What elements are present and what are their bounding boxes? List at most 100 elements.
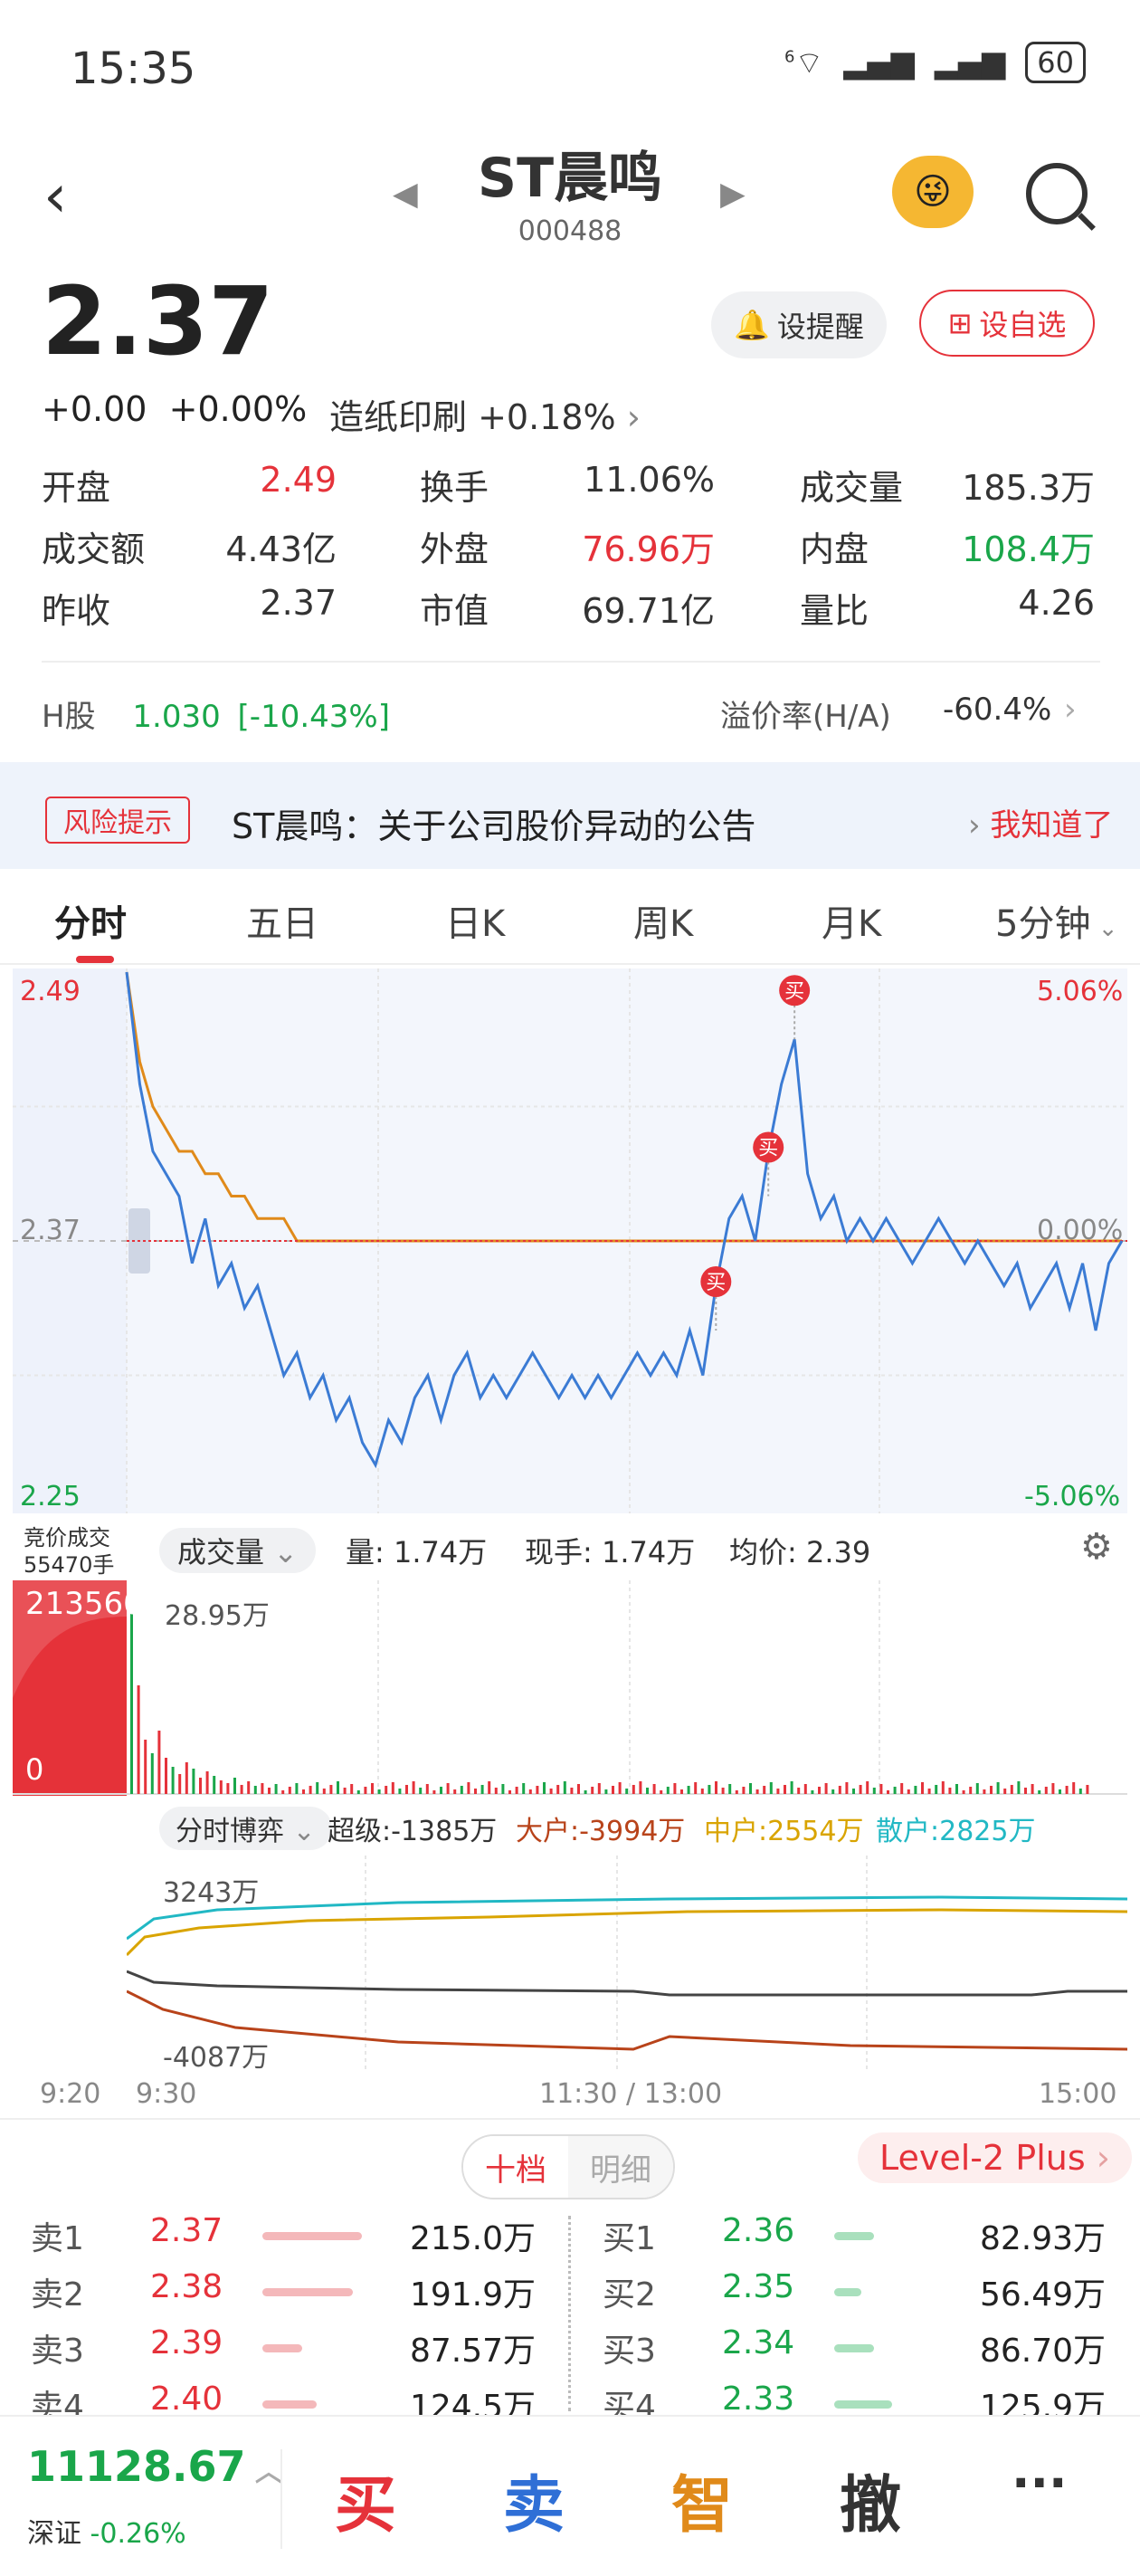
bids-level-label: 买3 [603,2333,656,2370]
premium-value: -60.4% [943,692,1052,728]
volume-bar [769,1782,773,1794]
volume-bar [811,1790,814,1794]
search-icon[interactable] [1026,163,1088,224]
flow-super: 超级:-1385万 [328,1816,498,1847]
volume-bar [680,1789,683,1794]
h-share-pct: [-10.43%] [237,699,390,735]
risk-tag: 风险提示 [45,797,190,844]
volume-bar [907,1789,910,1794]
more-icon[interactable]: ··· [1012,2455,1068,2512]
current-price: 2.37 [42,266,274,377]
volume-bar [597,1783,601,1794]
volume-bar [797,1788,801,1794]
intraday-price-chart[interactable]: 买买买 [13,965,1127,1517]
sell-button[interactable]: 卖 [503,2455,565,2544]
tab-weekly-k[interactable]: 周K [633,894,693,947]
volume-bar [316,1782,319,1794]
cancel-order-button[interactable]: 撤 [840,2455,901,2544]
asks-level-price: 2.39 [150,2324,223,2361]
flow-bottom-label: -4087万 [163,2042,270,2074]
tab-monthly-k[interactable]: 月K [822,894,881,947]
bids-level-volume: 82.93万 [979,2220,1106,2257]
volume-bar [157,1731,161,1794]
volume-bar [288,1787,291,1794]
chevron-down-icon: ⌄ [264,1535,298,1569]
volume-bar [364,1787,367,1794]
auction-zero-label: 0 [25,1752,44,1787]
wifi-network-label: 6 [784,47,795,67]
level2-plus-label: Level-2 Plus [879,2138,1086,2178]
volume-bar [515,1787,518,1794]
volume-bar [803,1784,807,1794]
status-icons: 6⌔ ▂▄▆ ▂▄▆ 60 [784,42,1086,83]
volume-bar [233,1778,236,1794]
mascot-icon[interactable]: 😜 [892,156,974,228]
flow-small: 散户:2825万 [876,1816,1036,1847]
tab-ten-level[interactable]: 十档 [463,2136,568,2198]
volume-selector[interactable]: 成交量 ⌄ [159,1528,316,1573]
tab-five-day[interactable]: 五日 [246,894,318,947]
add-watchlist-button[interactable]: ⊞ 设自选 [919,290,1095,357]
flow-selector[interactable]: 分时博弈 ⌄ [159,1807,332,1850]
asks-level-volume: 215.0万 [409,2220,536,2257]
volume-bar [1031,1784,1034,1794]
volume-bar [852,1789,855,1794]
volume-bar [577,1784,580,1794]
volume-bar [295,1783,299,1794]
volume-bar [253,1786,257,1794]
chevron-right-icon: › [968,807,991,844]
volume-bar [1078,1789,1082,1794]
status-time: 15:35 [71,43,196,94]
volume-bar [556,1785,560,1794]
tab-daily-k[interactable]: 日K [445,894,505,947]
volume-bar [612,1786,614,1794]
volume-bar [274,1784,278,1794]
bids-level-price: 2.35 [722,2268,795,2305]
bottom-toolbar [0,2415,1140,2576]
y-right-mid-label: 0.00% [1037,1215,1124,1246]
change-pct: +0.00% [168,389,308,429]
volume-bar [660,1790,663,1794]
notice-text[interactable]: ST晨鸣：关于公司股价异动的公告 [232,798,755,848]
index-name-text: 深证 [27,2518,81,2550]
index-value[interactable]: 11128.67 ︿ [27,2442,282,2491]
volume-bar [219,1780,223,1794]
stat-value: 11.06% [584,460,715,500]
smart-button[interactable]: 智 [671,2455,733,2544]
volume-bar [983,1789,986,1794]
volume-bar [1059,1789,1061,1794]
volume-bar [962,1790,965,1794]
settings-icon[interactable]: ⚙ [1080,1526,1113,1568]
stock-code: 000488 [518,215,622,247]
volume-bar [1051,1783,1055,1794]
tab-underline [76,956,114,963]
flow-selector-label: 分时博弈 [176,1816,284,1847]
volume-bar [955,1784,958,1794]
volume-bar [432,1790,436,1794]
notice-dismiss-label: 我知道了 [990,807,1114,844]
volume-bar [350,1784,354,1794]
signal-icon-2: ▂▄▆ [934,44,1006,81]
volume-bar [715,1781,717,1794]
level2-plus-button[interactable]: Level-2 Plus › [858,2132,1132,2183]
volume-bar [302,1789,305,1794]
price-change: +0.00 +0.00% [42,389,307,429]
bids-level-label: 买2 [603,2276,656,2314]
divider [42,661,1100,663]
flow-big: 大户:-3994万 [516,1816,686,1847]
tab-intraday[interactable]: 分时 [54,894,127,947]
sector-text: 造纸印刷 +0.18% [329,397,616,437]
divider [0,2118,1140,2120]
chevron-down-icon: ⌄ [1090,915,1118,942]
notice-dismiss[interactable]: › 我知道了 [968,800,1113,844]
volume-bar [192,1769,195,1794]
volume-bar [1010,1785,1013,1794]
tab-detail[interactable]: 明细 [568,2136,673,2198]
set-alert-button[interactable]: 🔔 设提醒 [711,291,887,358]
next-stock-icon[interactable]: ▶ [720,176,746,213]
tab-five-minute[interactable]: 5分钟 ⌄ [995,894,1118,947]
buy-button[interactable]: 买 [335,2455,396,2544]
sector-link[interactable]: 造纸印刷 +0.18% › [329,389,641,439]
volume-bar [728,1784,732,1794]
h-share-row[interactable]: H股 1.030 [-10.43%] 溢价率(H/A) -60.4% › [42,692,1100,736]
